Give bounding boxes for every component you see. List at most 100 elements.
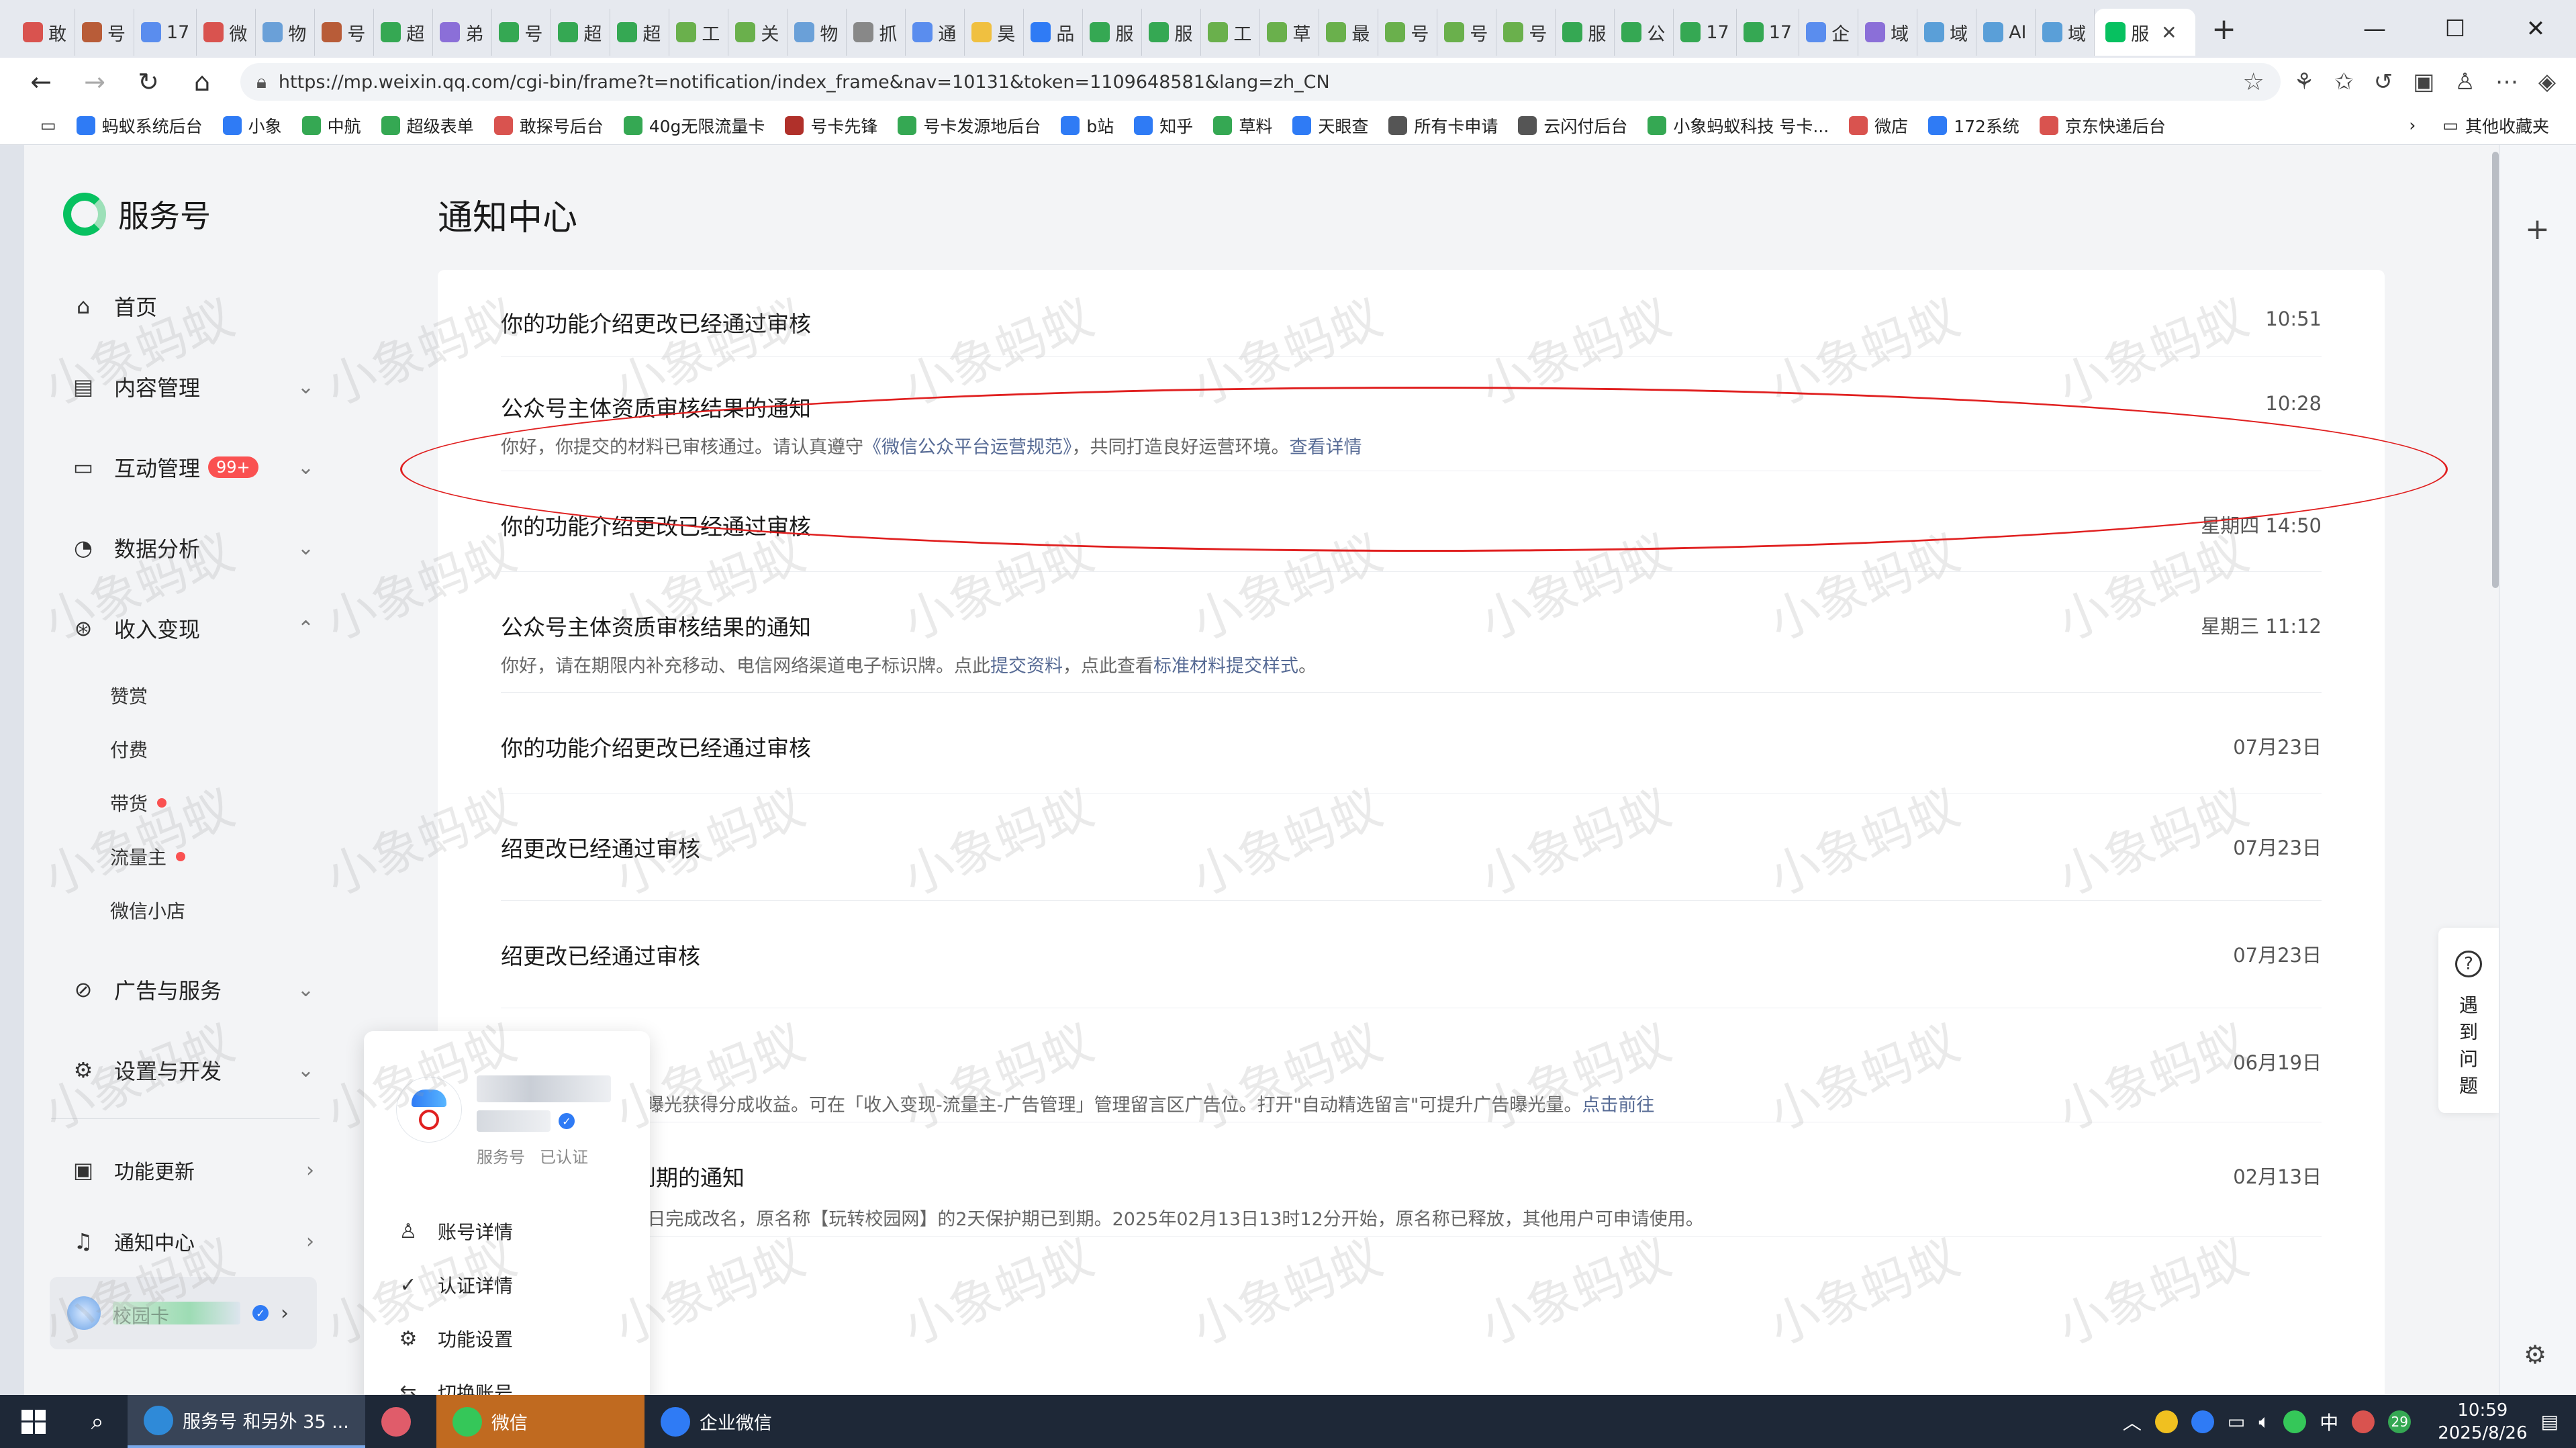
browser-tab[interactable]: 工 bbox=[1201, 9, 1261, 56]
popup-menu-item[interactable]: ✓ 认证详情 bbox=[396, 1258, 624, 1312]
popup-menu-item[interactable]: ⇆ 切换账号 bbox=[396, 1365, 624, 1396]
taskbar-app[interactable]: 企业微信 bbox=[645, 1395, 788, 1448]
browser-tab[interactable]: 物 bbox=[256, 9, 316, 56]
notification-link[interactable]: 查看详情 bbox=[1290, 437, 1362, 458]
brand[interactable]: 服务号 bbox=[63, 192, 211, 236]
forward-button[interactable]: → bbox=[74, 61, 115, 103]
sidebar-item[interactable]: ▭ 互动管理 99+ ⌄ bbox=[24, 427, 340, 508]
browser-tab[interactable]: 17 bbox=[1737, 9, 1800, 56]
notification-item[interactable]: 你的功能介绍更改已经通过审核 10:51 bbox=[501, 270, 2322, 357]
volume-icon[interactable]: 🔈︎ bbox=[2258, 1410, 2270, 1433]
bookmark-item[interactable]: 微店 bbox=[1849, 113, 1908, 138]
bookmark-item[interactable]: 蚂蚁系统后台 bbox=[76, 113, 203, 138]
favorites-icon[interactable]: ✩ bbox=[2334, 68, 2354, 95]
taskbar-search-icon[interactable]: ⌕ bbox=[67, 1408, 128, 1435]
notification-link[interactable]: 点击前往 bbox=[1582, 1095, 1654, 1116]
history-icon[interactable]: ↺ bbox=[2374, 68, 2393, 95]
browser-tab[interactable]: 工 bbox=[669, 9, 729, 56]
bookmark-item[interactable]: 172系统 bbox=[1928, 113, 2019, 138]
notification-item[interactable]: 绍更改已经通过审核 07月23日 bbox=[501, 793, 2322, 901]
popup-menu-item[interactable]: ⚙ 功能设置 bbox=[396, 1312, 624, 1365]
notification-item[interactable]: 你的功能介绍更改已经通过审核 星期四 14:50 bbox=[501, 471, 2322, 572]
browser-tab[interactable]: 弟 bbox=[433, 9, 493, 56]
sidebar-settings-icon[interactable]: ⚙ bbox=[2524, 1340, 2546, 1369]
bookmark-item[interactable]: 知乎 bbox=[1134, 113, 1193, 138]
browser-tab[interactable]: 17 bbox=[134, 9, 197, 56]
browser-tab[interactable]: 草 bbox=[1260, 9, 1320, 56]
sidebar-item[interactable]: ▤ 内容管理 ⌄ bbox=[24, 346, 340, 427]
reload-button[interactable]: ↻ bbox=[128, 61, 169, 103]
input-language[interactable]: 中 bbox=[2320, 1408, 2338, 1435]
help-button[interactable]: ? 遇到问题 bbox=[2438, 928, 2499, 1113]
maximize-button[interactable]: ☐ bbox=[2415, 0, 2495, 58]
url-field[interactable]: 🔒︎ https://mp.weixin.qq.com/cgi-bin/fram… bbox=[240, 63, 2281, 101]
notification-title[interactable]: 公众号主体资质审核结果的通知 bbox=[501, 610, 811, 642]
bookmark-item[interactable]: 云闪付后台 bbox=[1518, 113, 1627, 138]
browser-tab[interactable]: 域 bbox=[1858, 9, 1918, 56]
bookmark-item[interactable]: 天眼查 bbox=[1292, 113, 1368, 138]
notification-item[interactable]: 公众号主体资质审核结果的通知 10:28 你好，你提交的材料已审核通过。请认真遵守《… bbox=[501, 357, 2322, 471]
browser-tab[interactable]: 号 bbox=[492, 9, 552, 56]
url-text[interactable]: https://mp.weixin.qq.com/cgi-bin/frame?t… bbox=[279, 72, 2243, 93]
screenshot-icon[interactable]: ▣ bbox=[2413, 68, 2434, 95]
browser-tab[interactable]: 超 bbox=[610, 9, 670, 56]
notification-link[interactable]: 《微信公众平台运营规范》 bbox=[863, 437, 1072, 458]
notification-title[interactable]: 你的功能介绍更改已经通过审核 bbox=[501, 730, 811, 763]
popup-menu-item[interactable]: ♙ 账号详情 bbox=[396, 1204, 624, 1258]
notification-title[interactable]: 公众号主体资质审核结果的通知 bbox=[501, 391, 811, 423]
bookmark-item[interactable]: 小象 bbox=[222, 113, 282, 138]
account-switcher[interactable]: 校园卡 ✓ › bbox=[50, 1277, 317, 1349]
copilot-icon[interactable]: ◈ bbox=[2538, 68, 2556, 95]
browser-tab[interactable]: 昊 bbox=[965, 9, 1024, 56]
bookmark-item[interactable]: 所有卡申请 bbox=[1388, 113, 1498, 138]
sidebar-subitem[interactable]: 赞赏 bbox=[24, 669, 340, 722]
browser-tab[interactable]: 抓 bbox=[847, 9, 906, 56]
bookmark-item[interactable]: 京东快递后台 bbox=[2039, 113, 2166, 138]
sidebar-subitem[interactable]: 流量主 bbox=[24, 830, 340, 883]
notification-item[interactable]: 公众号主体资质审核结果的通知 星期三 11:12 你好，请在期限内补充移动、电信网络… bbox=[501, 572, 2322, 693]
taskbar-app[interactable] bbox=[365, 1395, 436, 1448]
browser-tab[interactable]: 域 bbox=[1917, 9, 1977, 56]
browser-tab[interactable]: 关 bbox=[728, 9, 788, 56]
notification-title[interactable]: 你的功能介绍更改已经通过审核 bbox=[501, 306, 811, 338]
browser-tab[interactable]: 通 bbox=[906, 9, 965, 56]
browser-tab[interactable]: 最 bbox=[1319, 9, 1379, 56]
browser-tab[interactable]: 号 bbox=[1437, 9, 1497, 56]
browser-tab[interactable]: 域 bbox=[2036, 9, 2095, 56]
close-tab-icon[interactable]: ✕ bbox=[2161, 21, 2177, 44]
notification-link[interactable]: 提交资料 bbox=[990, 656, 1063, 677]
browser-tab[interactable]: 超 bbox=[551, 9, 611, 56]
browser-tab[interactable]: 敢 bbox=[16, 9, 75, 56]
bookmark-item[interactable]: 中航 bbox=[301, 113, 361, 138]
sidebar-item[interactable]: ◔ 数据分析 ⌄ bbox=[24, 508, 340, 588]
add-sidebar-app-icon[interactable]: + bbox=[2525, 212, 2550, 246]
reading-view-icon[interactable]: ▭ bbox=[40, 115, 56, 135]
scrollbar-thumb[interactable] bbox=[2492, 152, 2499, 588]
notification-title[interactable]: 你的功能介绍更改已经通过审核 bbox=[501, 509, 811, 541]
tray-app-icon[interactable] bbox=[2352, 1410, 2375, 1433]
sidebar-subitem[interactable]: 微信小店 bbox=[24, 883, 340, 937]
sidebar-item[interactable]: ⊛ 收入变现 ⌃ bbox=[24, 588, 340, 669]
taskbar-clock[interactable]: 10:59 2025/8/26 bbox=[2438, 1399, 2527, 1445]
notification-title[interactable]: 绍更改已经通过审核 bbox=[501, 831, 700, 863]
browser-tab[interactable]: 号 bbox=[75, 9, 134, 56]
weather-badge[interactable]: 29 bbox=[2388, 1410, 2412, 1433]
bookmark-item[interactable]: 40g无限流量卡 bbox=[623, 113, 765, 138]
home-button[interactable]: ⌂ bbox=[181, 61, 223, 103]
browser-tab[interactable]: 微 bbox=[197, 9, 256, 56]
bookmark-item[interactable]: 超级表单 bbox=[381, 113, 474, 138]
new-tab-button[interactable]: + bbox=[2211, 12, 2236, 46]
tray-overflow-icon[interactable]: ︿ bbox=[2123, 1408, 2142, 1435]
notification-item[interactable]: 绍更改已经通过审核 07月23日 bbox=[501, 901, 2322, 1008]
extensions-icon[interactable]: ⚘ bbox=[2294, 68, 2314, 95]
browser-tab[interactable]: 公 bbox=[1615, 9, 1674, 56]
tray-app-icon[interactable] bbox=[2154, 1410, 2178, 1433]
notification-title[interactable]: 绍更改已经通过审核 bbox=[501, 938, 700, 971]
sidebar-item[interactable]: ⊘ 广告与服务 ⌄ bbox=[24, 949, 340, 1030]
more-menu-icon[interactable]: ⋯ bbox=[2495, 68, 2518, 95]
sidebar-item[interactable]: ⚙ 设置与开发 ⌄ bbox=[24, 1030, 340, 1110]
notification-item[interactable]: 区广告位」06月19日留言区，创作者按曝光获得分成收益。可在「收入变现-流量主-… bbox=[501, 1008, 2322, 1122]
sidebar-subitem[interactable]: 带货 bbox=[24, 776, 340, 830]
active-browser-tab[interactable]: 服 ✕ bbox=[2095, 9, 2196, 56]
start-button[interactable] bbox=[0, 1395, 67, 1448]
